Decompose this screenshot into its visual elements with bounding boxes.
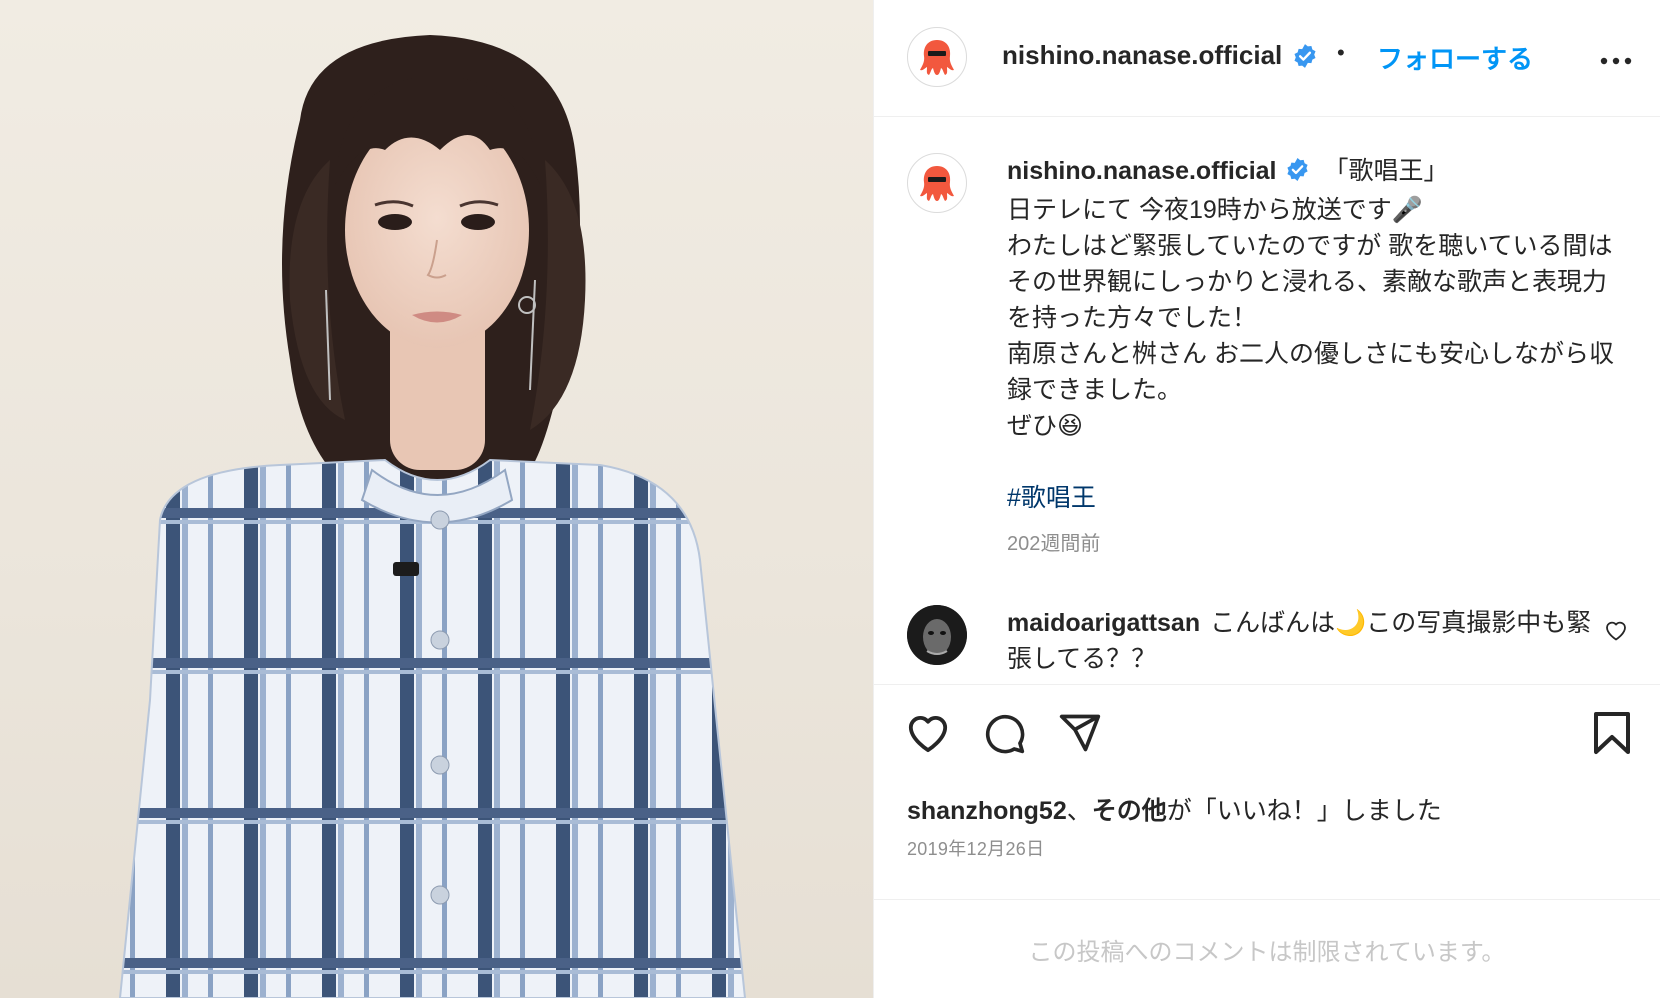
liker-username[interactable]: shanzhong52 — [907, 797, 1067, 825]
separator-dot: • — [1337, 40, 1345, 65]
header-username[interactable]: nishino.nanase.official — [1002, 40, 1282, 71]
red-octopus-icon — [920, 40, 954, 75]
verified-badge-icon — [1285, 156, 1310, 192]
likes-suffix: が「いいね！」しました — [1166, 797, 1442, 825]
caption-username[interactable]: nishino.nanase.official — [1007, 157, 1277, 185]
commenter-avatar[interactable] — [907, 605, 967, 665]
comment-item: maidoarigattsan こんばんは🌙この写真撮影中も緊張してる？？ — [1007, 605, 1607, 677]
post-sidebar: nishino.nanase.official • フォローする nishino… — [873, 0, 1660, 998]
post-caption: nishino.nanase.official 「歌唱王」 日テレにて 今夜19時… — [1007, 153, 1622, 516]
post-header: nishino.nanase.official • フォローする — [874, 0, 1660, 117]
comments-scroll-area[interactable]: nishino.nanase.official 「歌唱王」 日テレにて 今夜19時… — [874, 117, 1660, 684]
send-icon[interactable] — [1058, 711, 1102, 760]
post-photo[interactable] — [0, 0, 873, 998]
likes-summary: shanzhong52、その他が「いいね！」しました — [907, 791, 1442, 827]
hashtag-link[interactable]: #歌唱王 — [1007, 480, 1622, 516]
comment-username[interactable]: maidoarigattsan — [1007, 609, 1200, 637]
restricted-text: この投稿へのコメントは制限されています。 — [1028, 938, 1506, 966]
more-options-icon[interactable] — [1600, 52, 1632, 70]
red-octopus-icon — [920, 166, 954, 201]
comments-restricted-notice: この投稿へのコメントは制限されています。 — [874, 899, 1660, 998]
post-date[interactable]: 2019年12月26日 — [907, 835, 1044, 861]
commenter-photo-icon — [907, 605, 967, 665]
comment-heart-icon[interactable] — [1604, 619, 1628, 646]
caption-age: 202週間前 — [1007, 533, 1101, 555]
bookmark-icon[interactable] — [1592, 711, 1632, 760]
instagram-post: nishino.nanase.official • フォローする nishino… — [0, 0, 1660, 998]
likes-others-link[interactable]: その他 — [1092, 797, 1167, 825]
comment-icon[interactable] — [982, 711, 1026, 760]
profile-avatar[interactable] — [907, 27, 967, 87]
caption-text: 「歌唱王」 日テレにて 今夜19時から放送です🎤 わたしはど緊張していたのですが… — [1007, 157, 1614, 440]
verified-badge-icon — [1292, 43, 1318, 74]
caption-avatar[interactable] — [907, 153, 967, 213]
portrait-illustration — [118, 35, 747, 998]
likes-separator: 、 — [1066, 797, 1092, 825]
follow-button[interactable]: フォローする — [1377, 39, 1533, 76]
action-bar: shanzhong52、その他が「いいね！」しました 2019年12月26日 — [874, 684, 1660, 899]
heart-icon[interactable] — [905, 711, 951, 758]
